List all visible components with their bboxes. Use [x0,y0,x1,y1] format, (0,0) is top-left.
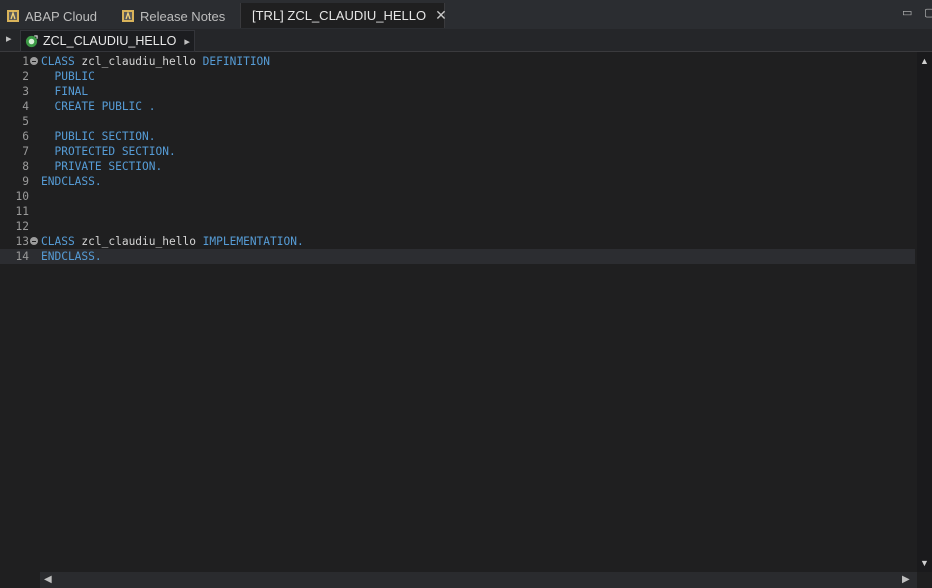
keyword-token: CLASS [41,55,75,68]
scroll-right-icon[interactable]: ▶ [902,574,910,585]
code-line[interactable]: 4 CREATE PUBLIC . [0,99,915,114]
line-number: 8 [22,160,29,173]
identifier-token: zcl_claudiu_hello [74,55,203,68]
keyword-token: PRIVATE SECTION. [41,160,163,173]
keyword-token: PROTECTED SECTION. [41,145,176,158]
chevron-right-icon[interactable]: ▸ [184,35,190,48]
tab-release-notes[interactable]: Release Notes [121,4,225,28]
code-text: ENDCLASS. [41,174,102,189]
tab-label: ABAP Cloud [25,8,98,24]
identifier-token: zcl_claudiu_hello [74,235,203,248]
scrollbar-corner [0,572,40,588]
keyword-token: DEFINITION [202,55,271,68]
fold-toggle-icon[interactable] [30,57,38,65]
code-line[interactable]: 1 CLASS zcl_claudiu_hello DEFINITION [0,54,915,69]
code-text: PUBLIC [41,69,95,84]
line-number: 7 [22,145,29,158]
tab-zcl-claudiu-hello[interactable]: [TRL] ZCL_CLAUDIU_HELLO ✕ [240,3,447,28]
vertical-scrollbar[interactable]: ▲ ▼ [917,52,932,572]
code-text: PUBLIC SECTION. [41,129,156,144]
line-number: 12 [15,220,29,233]
code-text: PRIVATE SECTION. [41,159,162,174]
tab-label: [TRL] ZCL_CLAUDIU_HELLO [252,8,427,23]
code-line[interactable]: 12 [0,219,915,234]
code-text: CREATE PUBLIC . [41,99,156,114]
minimize-icon[interactable]: ▭ [902,6,912,19]
line-number: 5 [22,115,29,128]
code-line[interactable]: 6 PUBLIC SECTION. [0,129,915,144]
breadcrumb-label: ZCL_CLAUDIU_HELLO [43,34,177,48]
code-text: CLASS zcl_claudiu_hello DEFINITION [41,54,270,69]
code-text: CLASS zcl_claudiu_hello IMPLEMENTATION. [41,234,304,249]
keyword-token: PUBLIC [41,70,95,83]
scroll-down-icon[interactable]: ▼ [920,558,929,568]
tab-label: Release Notes [140,8,226,24]
line-number: 11 [15,205,29,218]
code-text: PROTECTED SECTION. [41,144,176,159]
fold-toggle-icon[interactable] [30,237,38,245]
code-line[interactable]: 2 PUBLIC [0,69,915,84]
line-number: 3 [22,85,29,98]
line-number: 13 [15,235,29,248]
scroll-left-icon[interactable]: ◀ [44,574,52,585]
keyword-token: ENDCLASS. [41,175,102,188]
code-line[interactable]: 10 [0,189,915,204]
line-number: 2 [22,70,29,83]
code-line[interactable]: 9 ENDCLASS. [0,174,915,189]
breadcrumb: ▸ ZCL_CLAUDIU_HELLO ▸ [0,29,932,52]
code-editor[interactable]: 1 CLASS zcl_claudiu_hello DEFINITION 2 PUB… [0,52,917,572]
code-text: ENDCLASS. [41,249,102,264]
abap-class-icon [25,34,38,47]
line-number: 10 [15,190,29,203]
close-icon[interactable]: ✕ [435,7,447,24]
code-line[interactable]: 3 FINAL [0,84,915,99]
code-line[interactable]: 11 [0,204,915,219]
editor-tab-bar: ABAP Cloud Release Notes [TRL] ZCL_CLAUD… [0,0,932,30]
maximize-icon[interactable]: ▢ [924,6,932,19]
code-text: FINAL [41,84,88,99]
tab-abap-cloud[interactable]: ABAP Cloud [6,4,97,28]
keyword-token: CLASS [41,235,75,248]
horizontal-scrollbar[interactable]: ◀ ▶ [40,572,917,588]
code-line[interactable]: 14 ENDCLASS. [0,249,915,264]
keyword-token: IMPLEMENTATION. [202,235,304,248]
line-number: 6 [22,130,29,143]
line-number: 14 [15,250,29,263]
line-number: 1 [22,55,29,68]
abap-doc-icon [7,10,19,22]
scroll-up-icon[interactable]: ▲ [920,56,929,66]
keyword-token: ENDCLASS. [41,250,102,263]
line-number: 4 [22,100,29,113]
line-number: 9 [22,175,29,188]
breadcrumb-item-class[interactable]: ZCL_CLAUDIU_HELLO ▸ [20,30,195,52]
keyword-token: PUBLIC SECTION. [41,130,156,143]
code-line[interactable]: 5 [0,114,915,129]
abap-doc-icon [122,10,134,22]
code-line[interactable]: 7 PROTECTED SECTION. [0,144,915,159]
code-line[interactable]: 8 PRIVATE SECTION. [0,159,915,174]
keyword-token: CREATE PUBLIC . [41,100,156,113]
chevron-right-icon[interactable]: ▸ [6,32,12,45]
keyword-token: FINAL [41,85,89,98]
code-line[interactable]: 13 CLASS zcl_claudiu_hello IMPLEMENTATION… [0,234,915,249]
